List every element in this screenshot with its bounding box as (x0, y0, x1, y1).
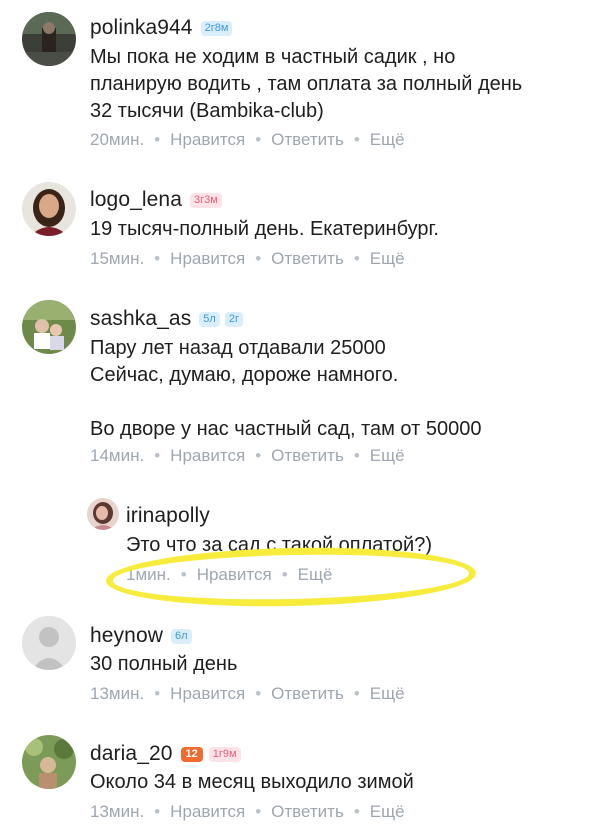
timestamp: 13мин. (90, 684, 145, 703)
separator-dot: • (180, 565, 187, 584)
avatar[interactable] (22, 300, 76, 354)
more-button[interactable]: Ещё (370, 130, 405, 150)
comment-actions: 1мин. • Нравится • Ещё (126, 565, 332, 585)
username[interactable]: irinapolly (126, 504, 210, 528)
comment-text: Пару лет назад отдавали 25000 Сейчас, ду… (90, 337, 482, 440)
more-button[interactable]: Ещё (370, 249, 405, 269)
more-button[interactable]: Ещё (370, 684, 405, 704)
reply-button[interactable]: Ответить (271, 130, 344, 150)
comment-actions: 20мин. • Нравится • Ответить • Ещё (90, 130, 405, 150)
comment-text: 30 полный день (90, 653, 238, 675)
status-badge: 3г3м (190, 192, 222, 208)
separator-dot: • (281, 565, 288, 584)
avatar[interactable] (87, 498, 119, 530)
separator-dot: • (353, 684, 360, 703)
username[interactable]: sashka_as (90, 307, 191, 331)
avatar[interactable] (22, 735, 76, 789)
like-button[interactable]: Нравится (170, 249, 245, 269)
separator-dot: • (154, 249, 161, 268)
separator-dot: • (353, 446, 360, 465)
more-button[interactable]: Ещё (370, 446, 405, 466)
avatar[interactable] (22, 182, 76, 236)
avatar[interactable] (22, 616, 76, 670)
like-button[interactable]: Нравится (170, 684, 245, 704)
separator-dot: • (255, 446, 262, 465)
like-button[interactable]: Нравится (170, 130, 245, 150)
timestamp: 20мин. (90, 130, 145, 149)
like-button[interactable]: Нравится (170, 446, 245, 466)
separator-dot: • (154, 446, 161, 465)
username[interactable]: polinka944 (90, 16, 193, 40)
reply-button[interactable]: Ответить (271, 446, 344, 466)
separator-dot: • (154, 130, 161, 149)
comment-actions: 13мин. • Нравится • Ответить • Ещё (90, 684, 405, 704)
comment-actions: 13мин. • Нравится • Ответить • Ещё (90, 802, 405, 822)
reply-button[interactable]: Ответить (271, 249, 344, 269)
avatar[interactable] (22, 12, 76, 66)
separator-dot: • (255, 130, 262, 149)
timestamp: 14мин. (90, 446, 145, 465)
username[interactable]: heynow (90, 624, 163, 648)
comment-text: 19 тысяч-полный день. Екатеринбург. (90, 218, 439, 240)
comment-text: Это что за сад с такой оплатой?) (126, 534, 432, 556)
comment-text: Около 34 в месяц выходило зимой (90, 771, 414, 793)
separator-dot: • (154, 802, 161, 821)
username[interactable]: daria_20 (90, 742, 173, 766)
status-badge: 1г9м (208, 746, 241, 762)
status-badge: 5л (199, 311, 220, 327)
like-button[interactable]: Нравится (170, 802, 245, 822)
separator-dot: • (255, 249, 262, 268)
comment-actions: 15мин. • Нравится • Ответить • Ещё (90, 249, 405, 269)
like-button[interactable]: Нравится (197, 565, 272, 585)
separator-dot: • (353, 802, 360, 821)
reply-button[interactable]: Ответить (271, 802, 344, 822)
status-badge: 2г (224, 311, 243, 327)
username[interactable]: logo_lena (90, 188, 182, 212)
separator-dot: • (255, 684, 262, 703)
comment-text: Мы пока не ходим в частный садик , но пл… (90, 46, 523, 122)
status-badge: 6л (170, 628, 192, 644)
timestamp: 1мин. (126, 565, 171, 584)
status-badge: 2г8м (200, 20, 233, 36)
separator-dot: • (353, 249, 360, 268)
separator-dot: • (154, 684, 161, 703)
timestamp: 13мин. (90, 802, 145, 821)
more-button[interactable]: Ещё (298, 565, 333, 585)
comment-actions: 14мин. • Нравится • Ответить • Ещё (90, 446, 405, 466)
timestamp: 15мин. (90, 249, 145, 268)
reply-button[interactable]: Ответить (271, 684, 344, 704)
level-badge: 12 (180, 746, 203, 762)
more-button[interactable]: Ещё (370, 802, 405, 822)
separator-dot: • (255, 802, 262, 821)
separator-dot: • (353, 130, 360, 149)
